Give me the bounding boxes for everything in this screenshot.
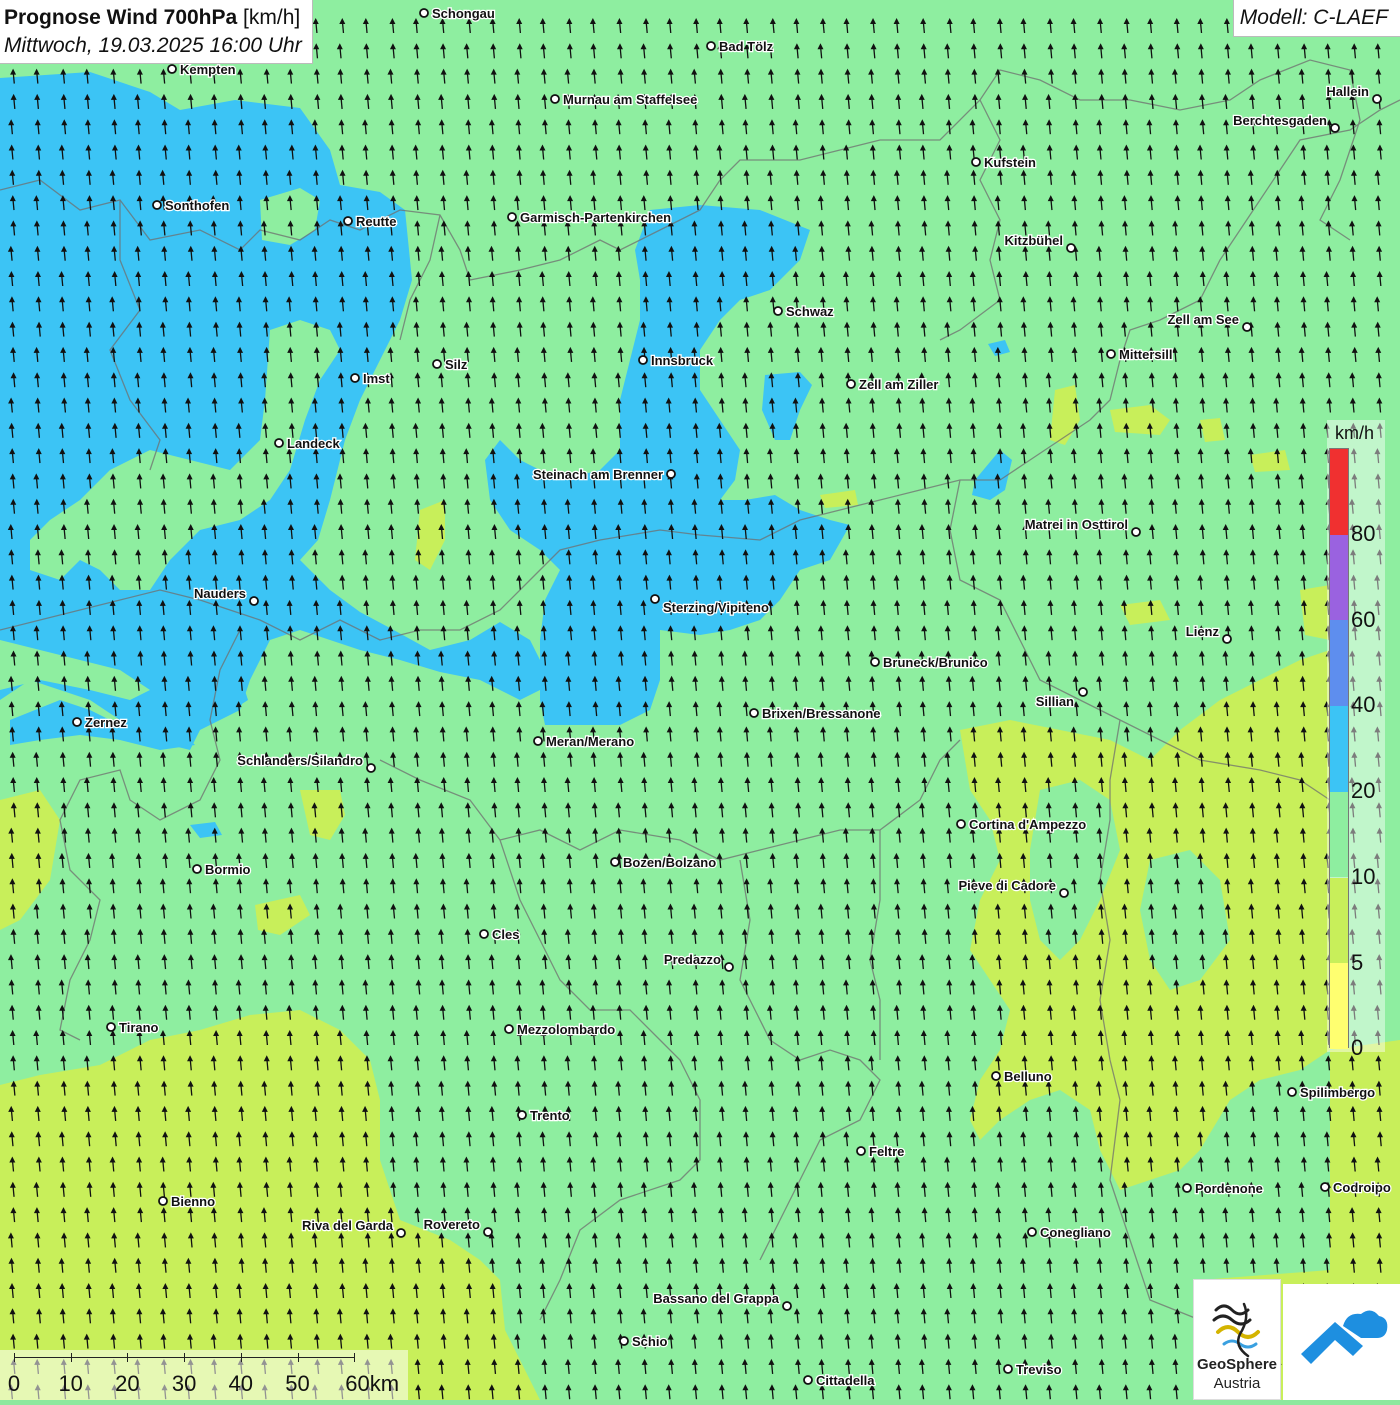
wind-map[interactable]: SchongauBad TölzKemptenMurnau am Staffel…	[0, 0, 1400, 1400]
